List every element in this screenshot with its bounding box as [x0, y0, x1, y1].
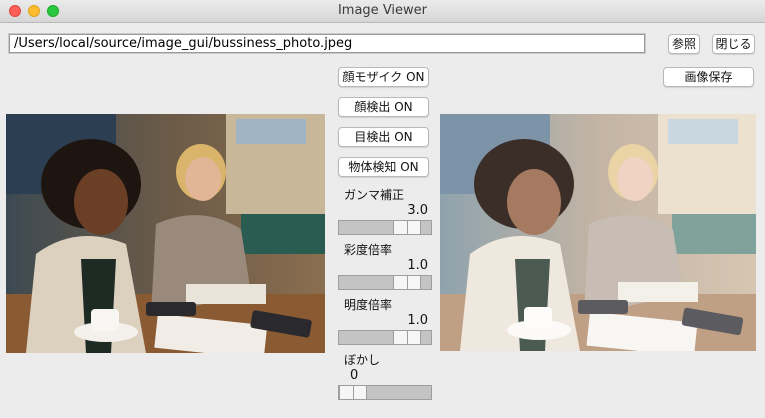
- blur-label: ぼかし: [344, 353, 381, 367]
- saturation-value: 1.0: [407, 258, 428, 273]
- file-path-input[interactable]: /Users/local/source/image_gui/bussiness_…: [9, 34, 645, 53]
- saturation-slider[interactable]: [338, 275, 432, 290]
- gamma-label: ガンマ補正: [344, 188, 405, 202]
- blur-slider-thumb[interactable]: [339, 386, 367, 399]
- saturation-label: 彩度倍率: [344, 243, 393, 257]
- brightness-value: 1.0: [407, 313, 428, 328]
- original-image: [6, 114, 325, 353]
- gamma-slider[interactable]: [338, 220, 432, 235]
- face-detect-toggle-button[interactable]: 顔検出 ON: [338, 97, 429, 117]
- window-title: Image Viewer: [337, 3, 428, 18]
- save-image-button[interactable]: 画像保存: [663, 67, 754, 87]
- saturation-slider-thumb[interactable]: [393, 276, 421, 289]
- object-detect-toggle-button[interactable]: 物体検知 ON: [338, 157, 429, 177]
- processed-image: [440, 114, 756, 351]
- gamma-slider-thumb[interactable]: [393, 221, 421, 234]
- eye-detect-toggle-button[interactable]: 目検出 ON: [338, 127, 429, 147]
- face-mosaic-toggle-button[interactable]: 顔モザイク ON: [338, 67, 429, 87]
- brightness-label: 明度倍率: [344, 298, 393, 312]
- browse-button[interactable]: 参照: [668, 34, 700, 54]
- brightness-slider[interactable]: [338, 330, 432, 345]
- gamma-value: 3.0: [407, 203, 428, 218]
- close-button[interactable]: 閉じる: [712, 34, 755, 54]
- blur-value: 0: [350, 368, 359, 383]
- blur-slider[interactable]: [338, 385, 432, 400]
- title-bar: Image Viewer: [0, 0, 765, 23]
- brightness-slider-thumb[interactable]: [393, 331, 421, 344]
